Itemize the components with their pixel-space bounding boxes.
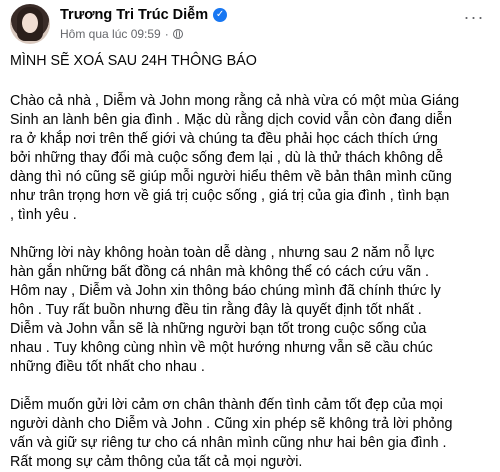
- post-content: MÌNH SẼ XOÁ SAU 24H THÔNG BÁO Chào cả nh…: [10, 52, 488, 472]
- author-name[interactable]: Trương Tri Trúc Diễm: [60, 7, 208, 23]
- more-options-button[interactable]: ···: [462, 8, 486, 28]
- post-paragraph: Chào cả nhà , Diễm và John mong rằng cả …: [10, 93, 460, 223]
- avatar[interactable]: [10, 4, 50, 44]
- post-header: Trương Tri Trúc Diễm ✓ Hôm qua lúc 09:59…: [10, 4, 490, 44]
- globe-icon[interactable]: [172, 29, 183, 39]
- avatar-face: [22, 13, 38, 33]
- meta-separator: ·: [164, 27, 169, 41]
- post-timestamp[interactable]: Hôm qua lúc 09:59: [60, 27, 161, 41]
- verified-badge-icon: ✓: [213, 8, 228, 22]
- post-meta: Hôm qua lúc 09:59 ·: [60, 26, 183, 42]
- author-row: Trương Tri Trúc Diễm ✓: [60, 6, 228, 24]
- post-paragraph: Những lời này không hoàn toàn dễ dàng , …: [10, 245, 441, 375]
- post-paragraph: Diễm muốn gửi lời cảm ơn chân thành đến …: [10, 397, 453, 470]
- post-title: MÌNH SẼ XOÁ SAU 24H THÔNG BÁO: [10, 53, 257, 69]
